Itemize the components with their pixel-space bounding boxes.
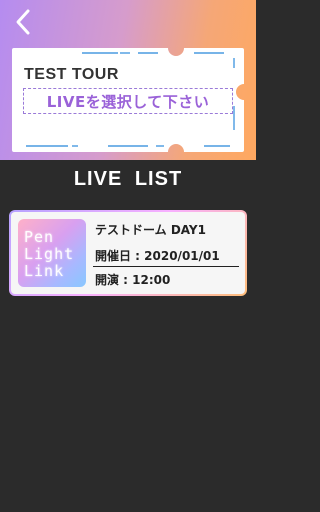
logo-line: Link: [24, 262, 65, 280]
instruction-text: LIVEを選択して下さい: [46, 92, 210, 111]
event-date-row: 開催日 : 2020/01/01: [95, 247, 220, 264]
tour-ticket: TEST TOUR LIVEを選択して下さい: [8, 44, 248, 156]
live-card-body: Pen Light Link テストドーム DAY1 開催日 : 2020/01…: [11, 212, 245, 294]
event-name: テストドーム DAY1: [95, 223, 206, 237]
logo-text: Pen Light Link: [24, 229, 84, 280]
live-card[interactable]: Pen Light Link テストドーム DAY1 開催日 : 2020/01…: [9, 210, 247, 296]
event-time-label: 開演 :: [95, 273, 133, 287]
chevron-left-icon: [16, 9, 30, 35]
pen-light-link-logo: Pen Light Link: [18, 219, 86, 287]
event-time: 12:00: [132, 273, 171, 287]
instruction-box: LIVEを選択して下さい: [23, 88, 233, 114]
logo-line: Light: [24, 245, 75, 263]
divider: [93, 266, 239, 267]
event-date-label: 開催日 :: [95, 249, 145, 263]
logo-line: Pen: [24, 228, 55, 246]
live-list-title: LIVE LIST: [73, 168, 183, 190]
header: TEST TOUR LIVEを選択して下さい: [0, 0, 256, 160]
back-button[interactable]: [10, 8, 36, 36]
event-time-row: 開演 : 12:00: [95, 271, 170, 288]
event-date: 2020/01/01: [144, 249, 220, 263]
tour-title: TEST TOUR: [24, 66, 119, 83]
